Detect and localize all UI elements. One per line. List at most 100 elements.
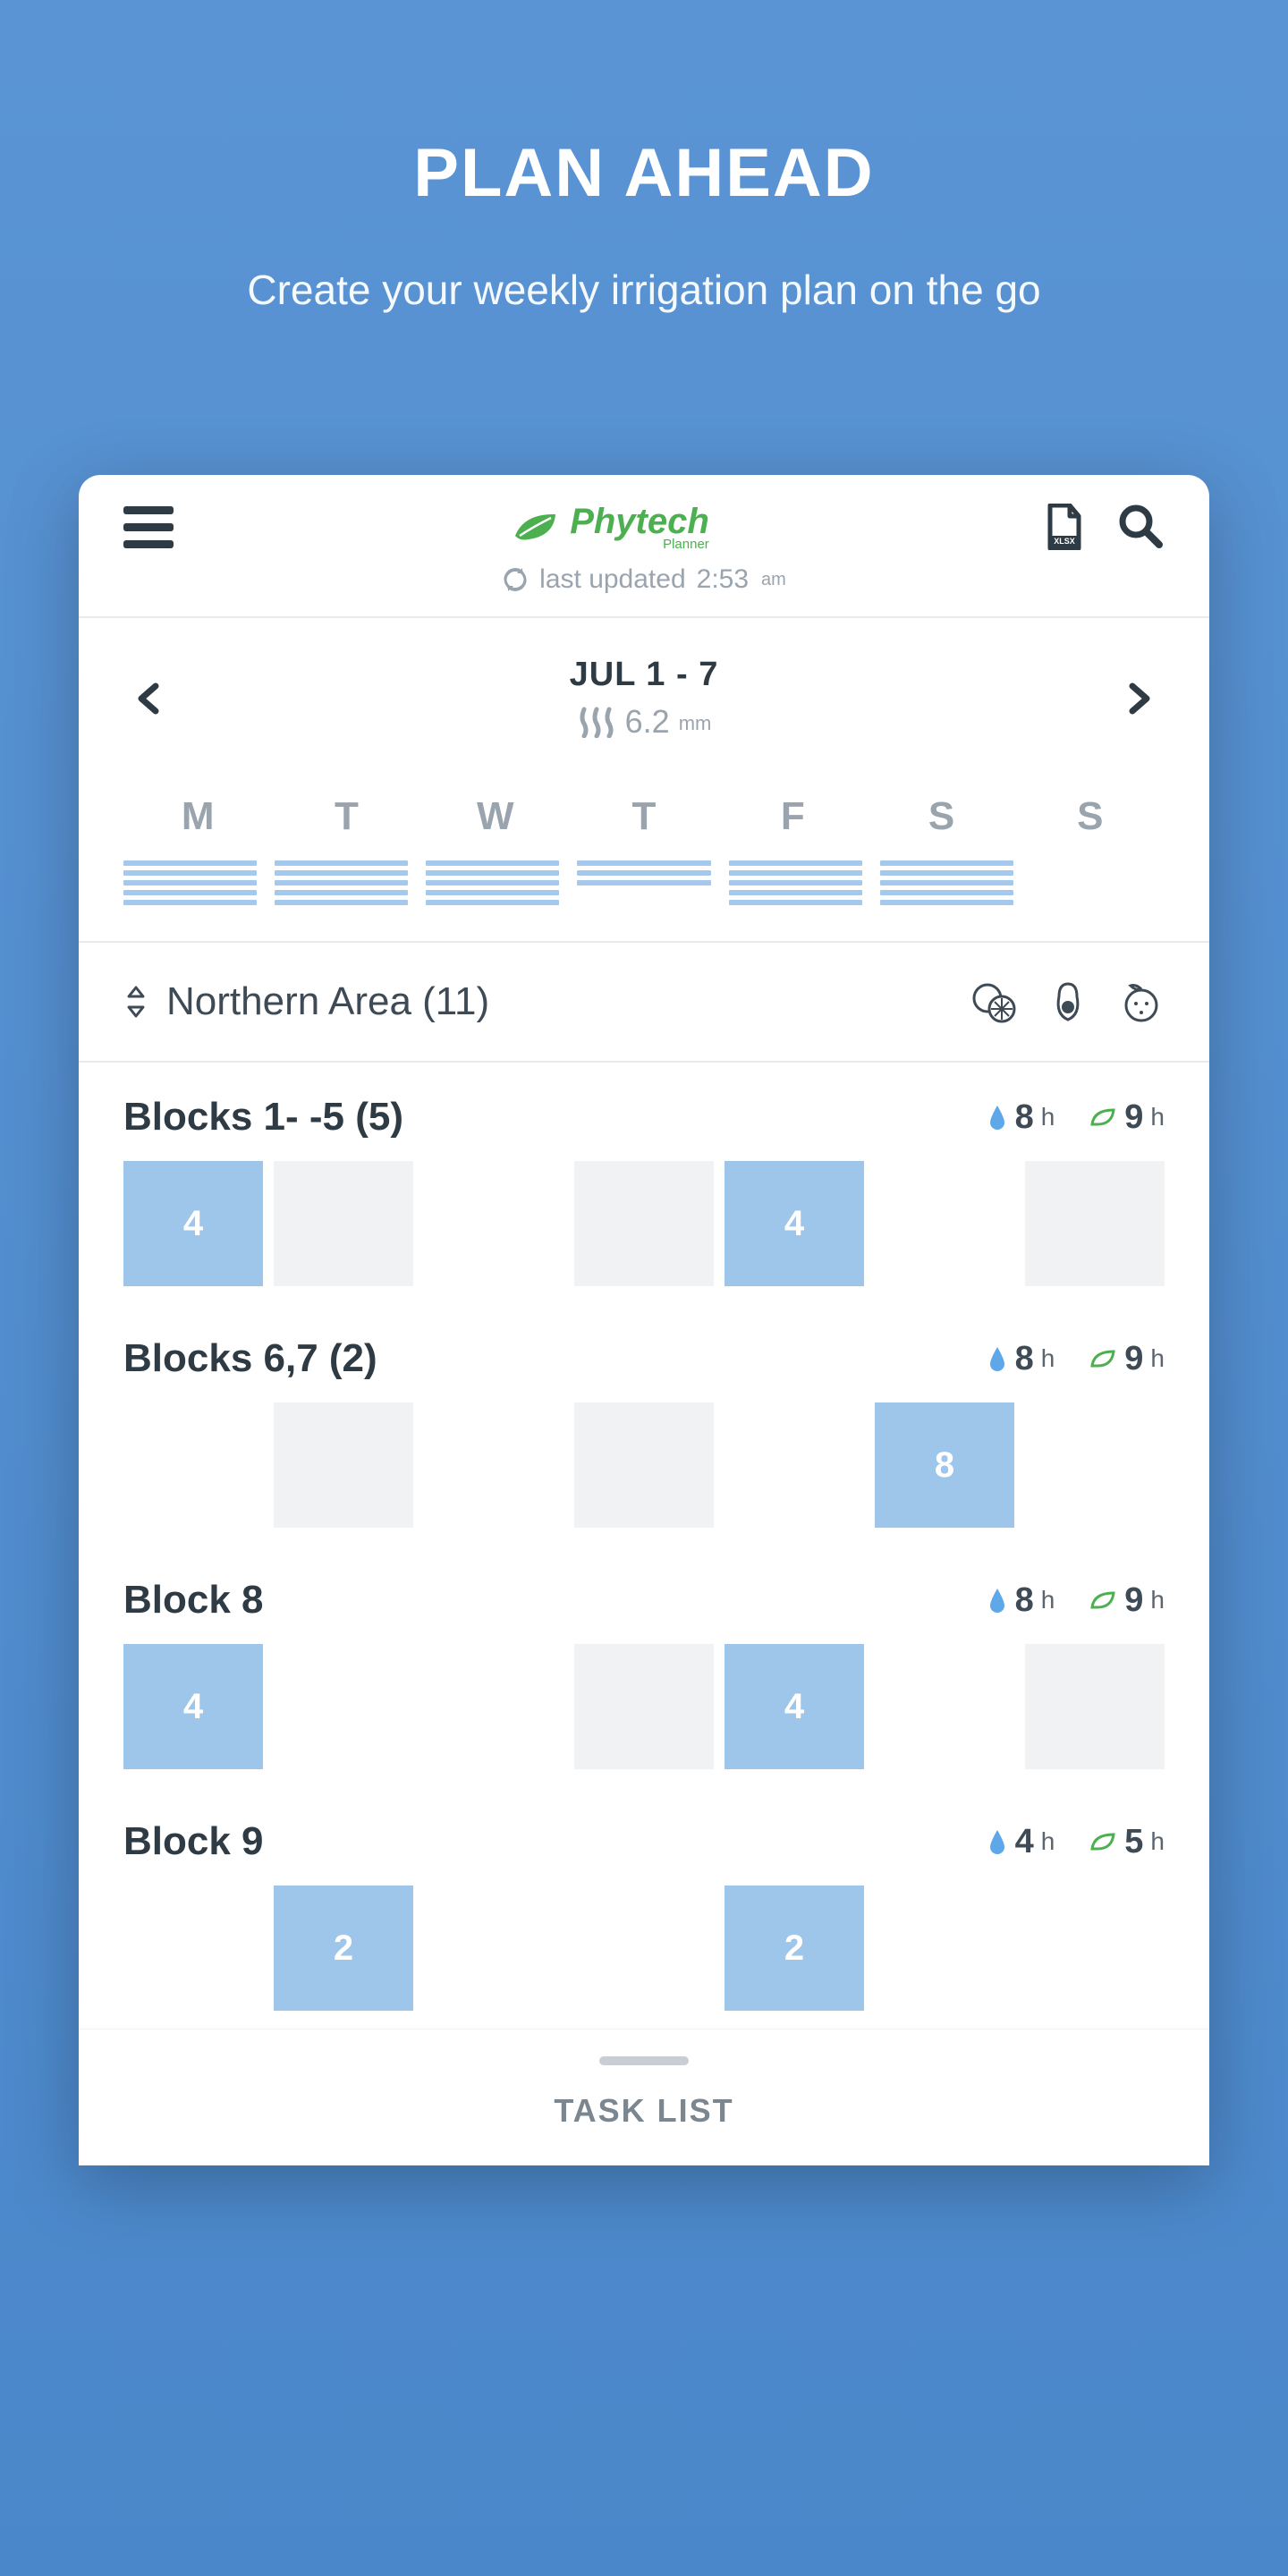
irrigation-cell[interactable]: 4 [123, 1644, 263, 1769]
block-grid: 8 [79, 1402, 1209, 1546]
day-summary-bars [79, 857, 1209, 941]
last-updated-time: 2:53 [697, 564, 749, 595]
citrus-icon[interactable] [971, 979, 1018, 1025]
xlsx-export-icon[interactable]: XLSX [1046, 504, 1082, 550]
water-hours: 8h [987, 1098, 1055, 1137]
irrigation-cell[interactable] [1025, 1402, 1165, 1528]
day-sat: S [867, 794, 1015, 839]
evaporation-icon [577, 706, 616, 738]
drawer-handle[interactable] [599, 2056, 689, 2065]
day-bar[interactable] [426, 860, 559, 905]
day-bar[interactable] [577, 860, 710, 905]
block-title: Block 9 [123, 1819, 264, 1864]
last-updated-ampm: am [761, 570, 786, 590]
irrigation-cell[interactable] [274, 1644, 413, 1769]
block-title: Blocks 1- -5 (5) [123, 1095, 403, 1140]
block-grid: 44 [79, 1161, 1209, 1304]
irrigation-cell[interactable] [424, 1161, 564, 1286]
irrigation-cell[interactable]: 4 [724, 1644, 864, 1769]
block-header[interactable]: Blocks 6,7 (2) 8h 9h [79, 1304, 1209, 1402]
avocado-icon[interactable] [1045, 979, 1091, 1025]
irrigation-cell[interactable]: 2 [724, 1885, 864, 2011]
week-navigator: JUL 1 - 7 6.2 mm [79, 618, 1209, 767]
irrigation-cell[interactable] [875, 1885, 1014, 2011]
day-bar[interactable] [123, 860, 257, 905]
recommended-hours: 9h [1090, 1340, 1165, 1378]
block-title: Blocks 6,7 (2) [123, 1336, 377, 1381]
search-icon[interactable] [1118, 504, 1165, 550]
task-list-drawer[interactable]: TASK LIST [79, 2029, 1209, 2165]
block-section: Blocks 1- -5 (5)8h9h44 [79, 1063, 1209, 1304]
day-bar[interactable] [275, 860, 408, 905]
irrigation-cell[interactable] [875, 1161, 1014, 1286]
day-tue: T [272, 794, 420, 839]
irrigation-cell[interactable] [574, 1644, 714, 1769]
sort-icon [123, 986, 148, 1018]
recommended-hours: 5h [1090, 1823, 1165, 1861]
irrigation-cell[interactable]: 8 [875, 1402, 1014, 1528]
leaf-icon [511, 509, 561, 545]
irrigation-cell[interactable] [1025, 1161, 1165, 1286]
day-mon: M [123, 794, 272, 839]
area-name: Northern Area (11) [166, 979, 953, 1024]
irrigation-cell[interactable] [123, 1885, 263, 2011]
irrigation-cell[interactable]: 2 [274, 1885, 413, 2011]
block-section: Blocks 6,7 (2) 8h 9h 8 [79, 1304, 1209, 1546]
block-header[interactable]: Block 94h5h [79, 1787, 1209, 1885]
last-updated: last updated 2:53 am [79, 552, 1209, 618]
irrigation-cell[interactable] [724, 1402, 864, 1528]
irrigation-cell[interactable] [424, 1885, 564, 2011]
evap-value: 6.2 [625, 703, 670, 741]
drop-icon [987, 1587, 1008, 1614]
block-stats: 8h9h [987, 1098, 1165, 1137]
irrigation-cell[interactable]: 4 [123, 1161, 263, 1286]
irrigation-cell[interactable] [1025, 1885, 1165, 2011]
irrigation-cell[interactable] [424, 1402, 564, 1528]
refresh-icon [502, 566, 529, 593]
block-section: Block 88h9h44 [79, 1546, 1209, 1787]
hero-subtitle: Create your weekly irrigation plan on th… [36, 266, 1252, 314]
irrigation-cell[interactable] [574, 1161, 714, 1286]
irrigation-cell[interactable] [424, 1644, 564, 1769]
leaf-icon [1090, 1831, 1117, 1852]
svg-text:XLSX: XLSX [1054, 537, 1075, 546]
date-range: JUL 1 - 7 [570, 656, 719, 694]
day-thu: T [570, 794, 718, 839]
irrigation-cell[interactable] [1025, 1644, 1165, 1769]
block-header[interactable]: Blocks 1- -5 (5) 8h9h [79, 1063, 1209, 1161]
block-header[interactable]: Block 8 8h 9h [79, 1546, 1209, 1644]
hero-title: PLAN AHEAD [36, 134, 1252, 212]
leaf-icon [1090, 1348, 1117, 1369]
drawer-title: TASK LIST [79, 2092, 1209, 2130]
menu-icon[interactable] [123, 502, 174, 552]
irrigation-cell[interactable] [123, 1402, 263, 1528]
drop-icon [987, 1104, 1008, 1131]
recommended-hours: 9h [1090, 1581, 1165, 1620]
orange-icon[interactable] [1118, 979, 1165, 1025]
water-hours: 8h [987, 1340, 1055, 1378]
logo: Phytech Planner [174, 502, 1046, 552]
irrigation-cell[interactable] [274, 1402, 413, 1528]
irrigation-cell[interactable] [274, 1161, 413, 1286]
app-header: Phytech Planner XLSX [79, 475, 1209, 552]
block-grid: 22 [79, 1885, 1209, 2029]
irrigation-cell[interactable] [574, 1885, 714, 2011]
block-stats: 8h 9h [987, 1340, 1165, 1378]
leaf-icon [1090, 1106, 1117, 1128]
area-selector[interactable]: Northern Area (11) [79, 941, 1209, 1063]
block-grid: 44 [79, 1644, 1209, 1787]
irrigation-cell[interactable]: 4 [724, 1161, 864, 1286]
last-updated-label: last updated [539, 564, 685, 595]
evapotranspiration: 6.2 mm [570, 703, 719, 741]
day-bar[interactable] [729, 860, 862, 905]
next-week-button[interactable] [1120, 681, 1156, 716]
drop-icon [987, 1345, 1008, 1372]
day-bar[interactable] [880, 860, 1013, 905]
irrigation-cell[interactable] [875, 1644, 1014, 1769]
block-title: Block 8 [123, 1578, 264, 1623]
prev-week-button[interactable] [132, 681, 168, 716]
water-hours: 8h [987, 1581, 1055, 1620]
irrigation-cell[interactable] [574, 1402, 714, 1528]
day-fri: F [718, 794, 867, 839]
block-section: Block 94h5h22 [79, 1787, 1209, 2029]
